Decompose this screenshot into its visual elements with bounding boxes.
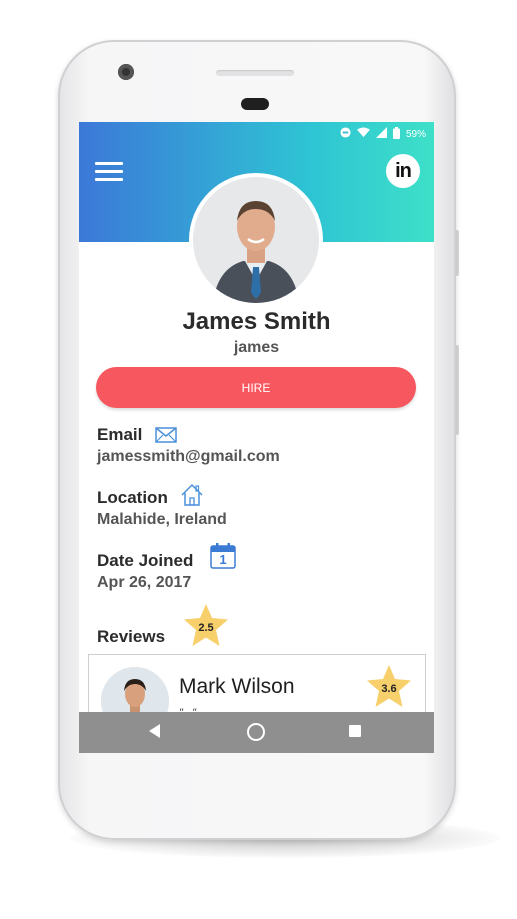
earpiece-speaker <box>216 70 294 76</box>
calendar-icon: 1 <box>210 543 236 569</box>
wifi-icon <box>357 127 370 141</box>
android-navigation-bar <box>79 712 434 753</box>
back-icon[interactable] <box>149 724 160 738</box>
house-icon <box>180 483 204 512</box>
reviewer-name: Mark Wilson <box>179 675 295 698</box>
hamburger-icon <box>95 162 123 165</box>
location-label: Location <box>97 488 168 507</box>
hire-button[interactable]: HIRE <box>96 367 416 408</box>
cell-signal-icon <box>375 127 387 141</box>
proximity-sensor <box>241 98 269 110</box>
location-value: Malahide, Ireland <box>97 511 227 528</box>
profile-avatar <box>193 177 319 303</box>
recent-apps-icon[interactable] <box>349 725 361 737</box>
reviews-label: Reviews <box>97 627 166 646</box>
profile-username: james <box>233 339 280 356</box>
calendar-day: 1 <box>219 552 227 567</box>
email-value: jamessmith@gmail.com <box>97 448 280 465</box>
status-bar: 59% <box>340 126 426 142</box>
app-screen: 59% in James Smith james HIRE Email jame… <box>79 122 434 753</box>
hamburger-icon-bar <box>95 170 123 173</box>
email-label: Email <box>97 425 143 444</box>
envelope-icon[interactable] <box>155 427 177 448</box>
average-rating-value: 2.5 <box>198 622 214 634</box>
battery-percentage: 59% <box>405 128 426 140</box>
linkedin-icon: in <box>395 159 412 182</box>
battery-icon <box>392 126 400 142</box>
linkedin-button[interactable]: in <box>386 154 420 188</box>
hamburger-icon-bar <box>95 178 123 181</box>
do-not-disturb-icon <box>340 127 351 141</box>
hamburger-menu-button[interactable] <box>95 162 123 182</box>
date-joined-value: Apr 26, 2017 <box>97 574 192 591</box>
review-rating-value: 3.6 <box>381 683 397 695</box>
profile-name: James Smith <box>182 308 331 335</box>
date-joined-label: Date Joined <box>97 551 194 570</box>
front-camera <box>118 64 134 80</box>
home-icon[interactable] <box>247 723 265 741</box>
